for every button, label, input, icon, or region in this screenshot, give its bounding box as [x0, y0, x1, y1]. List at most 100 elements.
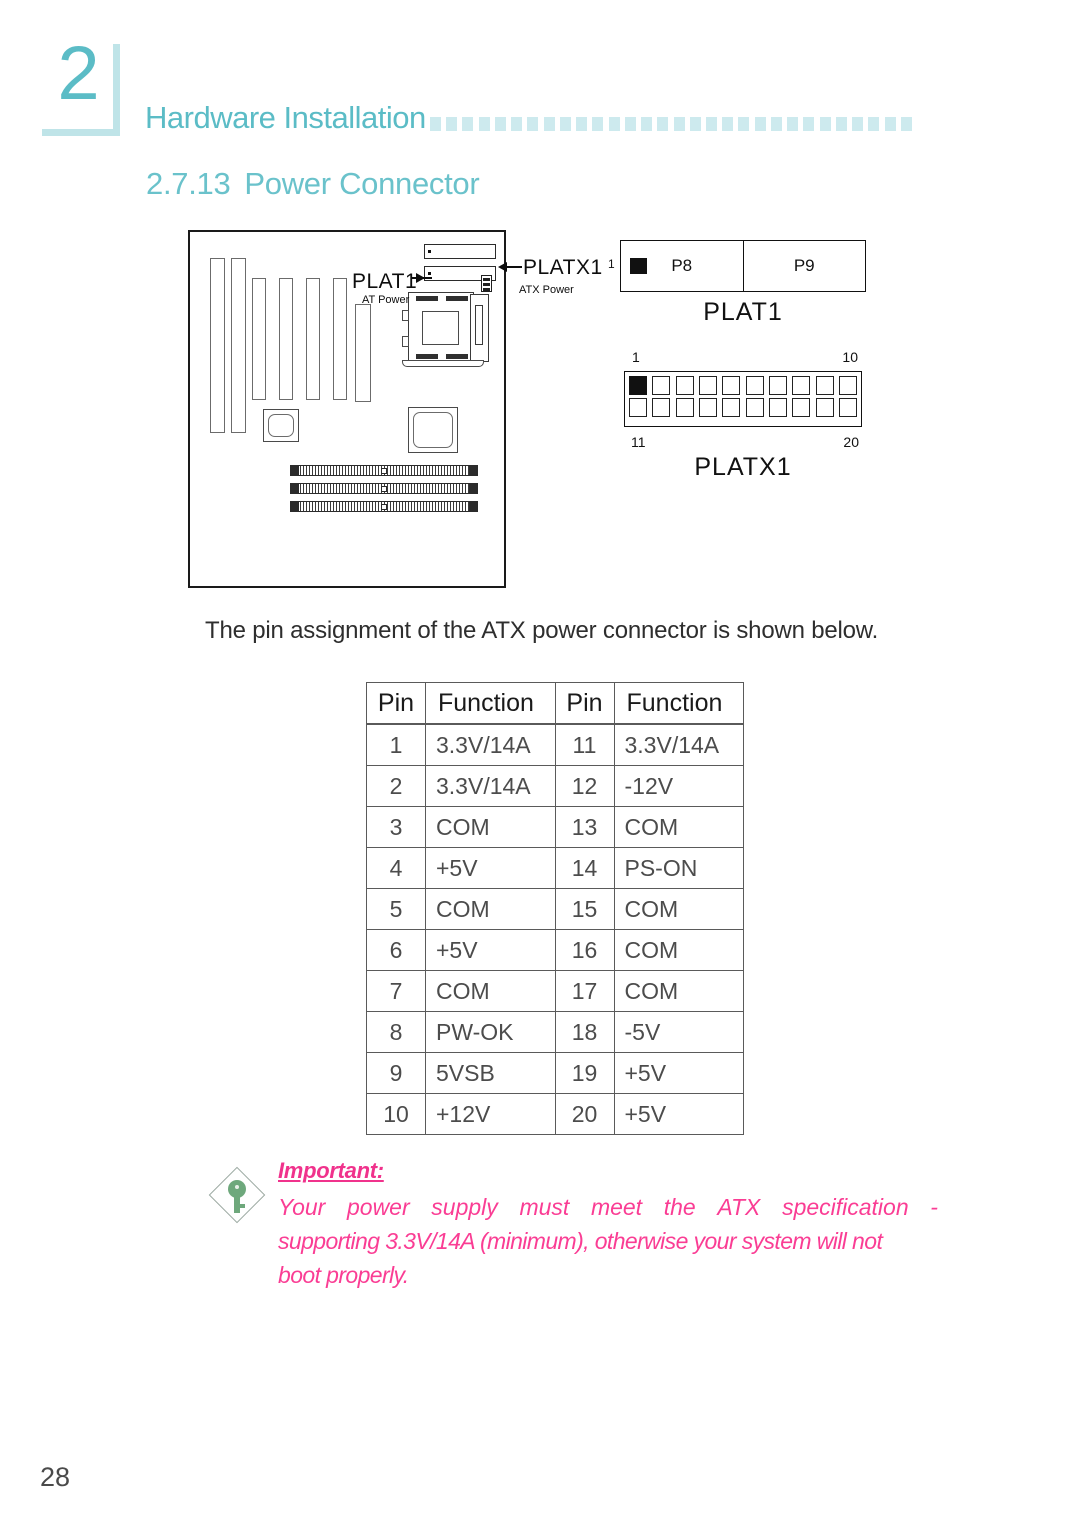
motherboard-diagram: PLAT1 AT Power	[188, 230, 506, 588]
pci-slot-4	[333, 278, 347, 400]
table-row: 10 +12V 20 +5V	[366, 1093, 744, 1135]
jumper-pin-1	[483, 278, 490, 281]
cell-pin: 3	[366, 806, 426, 848]
cell-pin: 8	[366, 1011, 426, 1053]
cell-pin: 13	[554, 806, 615, 848]
atx-power-connector-onboard	[424, 244, 496, 259]
pci-slot-2	[279, 278, 293, 400]
dimm-slot-3	[289, 500, 479, 513]
atx-pin1-marker	[428, 249, 432, 254]
cell-function: COM	[613, 888, 744, 930]
header-dot	[673, 117, 685, 131]
platx1-pin-18	[792, 398, 811, 417]
platx1-pin1-label: 1	[632, 349, 640, 365]
cell-function: 3.3V/14A	[613, 723, 744, 766]
at-pin1-marker	[428, 271, 432, 276]
cell-pin: 12	[554, 765, 615, 807]
header-dot	[478, 117, 490, 131]
cpu-socket-tab-upper	[402, 310, 409, 321]
key-icon	[208, 1166, 266, 1224]
cpu-socket-bar-top-left	[416, 296, 438, 301]
plat1-callout-label: PLAT1	[352, 270, 418, 293]
jumper-block	[481, 275, 492, 292]
important-word: -	[930, 1194, 938, 1220]
chipset-north-inner	[413, 412, 453, 448]
chipset-south	[263, 409, 299, 442]
header-dot	[705, 117, 717, 131]
platx1-callout-arrow-head	[498, 262, 507, 272]
cpu-socket-side-slot	[475, 305, 483, 345]
cell-pin: 9	[366, 1052, 426, 1094]
cell-function: COM	[425, 806, 556, 848]
pin-table-body: 1 3.3V/14A 11 3.3V/14A 2 3.3V/14A 12 -12V 3 COM 13…	[366, 723, 744, 1135]
header-dot	[689, 117, 701, 131]
key-hole	[235, 1185, 239, 1189]
cpu-socket-tab-lower	[402, 336, 409, 347]
pci-slot-1	[252, 278, 266, 400]
table-row: 2 3.3V/14A 12 -12V	[366, 765, 744, 807]
platx1-pin-17	[768, 398, 787, 417]
cell-function: COM	[613, 970, 744, 1012]
platx1-pin-8	[792, 376, 811, 395]
header-pin-right: Pin	[554, 682, 615, 725]
cell-pin: 4	[366, 847, 426, 889]
header-dot	[835, 117, 847, 131]
cell-pin: 6	[366, 929, 426, 971]
header-dot	[900, 117, 912, 131]
table-row: 6 +5V 16 COM	[366, 929, 744, 971]
header-pin-left: Pin	[366, 682, 426, 725]
cpu-socket	[402, 292, 492, 368]
cell-pin: 5	[366, 888, 426, 930]
section-title: Power Connector	[244, 166, 480, 201]
cell-pin: 10	[366, 1093, 426, 1135]
pin-table-head: Pin Function Pin Function	[366, 682, 744, 725]
cell-function: 3.3V/14A	[425, 765, 556, 807]
header-dot-rule	[430, 116, 912, 132]
platx1-connector-figure: 1 10 11 20 PLATX1	[624, 349, 862, 481]
chipset-north	[408, 407, 458, 453]
header-dot	[494, 117, 506, 131]
section-number: 2.7.13	[146, 166, 231, 201]
platx1-pin-1	[629, 376, 647, 395]
plat1-pin1-label: 1	[608, 257, 615, 271]
cell-function: +5V	[613, 1093, 744, 1135]
cell-function: COM	[613, 929, 744, 971]
platx1-pin-3	[675, 376, 694, 395]
cpu-socket-side-rail	[470, 294, 489, 362]
table-row: 1 3.3V/14A 11 3.3V/14A	[366, 723, 744, 766]
cell-pin: 16	[554, 929, 615, 971]
platx1-pin-5	[722, 376, 741, 395]
table-row: 3 COM 13 COM	[366, 806, 744, 848]
platx1-pin10-label: 10	[842, 349, 858, 365]
header-dot	[511, 117, 523, 131]
cpu-zif-lever	[402, 360, 484, 367]
cell-pin: 1	[366, 723, 426, 766]
agp-slot	[355, 304, 371, 402]
header-dot	[770, 117, 782, 131]
header-dot	[722, 117, 734, 131]
platx1-pin-12	[652, 398, 671, 417]
platx1-pin11-label: 11	[631, 434, 646, 450]
header-dot	[608, 117, 620, 131]
platx1-pin-9	[815, 376, 834, 395]
isa-slot-1	[210, 258, 225, 433]
plat1-segment-p9: P9	[744, 241, 866, 291]
dimm-notch-3	[381, 504, 387, 510]
cell-function: -5V	[613, 1011, 744, 1053]
chipset-south-inner	[268, 414, 294, 437]
cell-function: +5V	[613, 1052, 744, 1094]
important-label: Important:	[278, 1158, 384, 1183]
header-dot	[624, 117, 636, 131]
platx1-pin-2	[652, 376, 671, 395]
table-row: 4 +5V 14 PS-ON	[366, 847, 744, 889]
cell-function: +12V	[425, 1093, 556, 1135]
platx1-pin-20	[838, 398, 857, 417]
platx1-pin-row-top	[629, 376, 857, 398]
chapter-title: Hardware Installation	[145, 100, 426, 135]
platx1-pin-13	[675, 398, 694, 417]
plat1-callout-arrow-head	[416, 273, 425, 283]
platx1-pin-15	[722, 398, 741, 417]
table-row: 7 COM 17 COM	[366, 970, 744, 1012]
header-dot	[819, 117, 831, 131]
table-header-row: Pin Function Pin Function	[366, 682, 744, 725]
